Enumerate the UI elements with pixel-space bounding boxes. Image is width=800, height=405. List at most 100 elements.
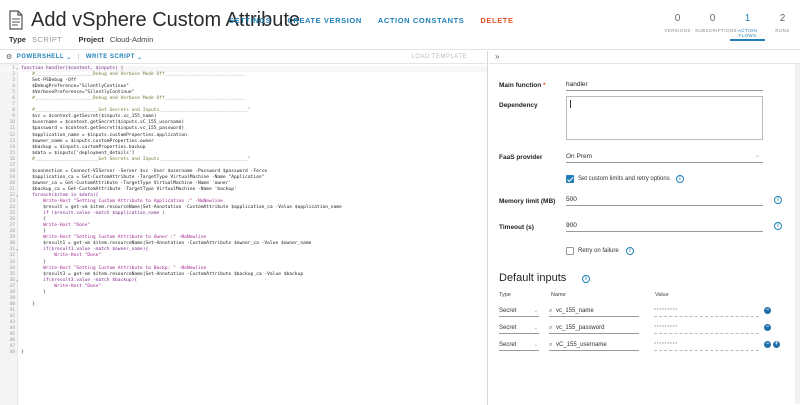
faas-provider-label: FaaS provider (499, 154, 543, 161)
info-icon[interactable]: i (774, 222, 782, 230)
input-name-value: vC_155_username (556, 342, 607, 348)
stat-label: SUBSCRIPTIONS (695, 28, 737, 33)
stat-label: ACTION FLOWS (737, 28, 758, 38)
separator: | (77, 54, 80, 60)
input-type-select[interactable]: Secret ⌄ (499, 323, 539, 334)
column-type-header: Type (499, 292, 511, 298)
info-icon[interactable]: i (774, 196, 782, 204)
stat-runs[interactable]: 2 RUNS (765, 13, 800, 41)
input-row: Secret ⌄ ⌕ vc_155_password ********* − (499, 323, 789, 335)
search-icon: ⌕ (549, 325, 553, 331)
project-value: Cloud-Admin (109, 35, 154, 44)
main-function-label: Main function (499, 82, 542, 89)
remove-input-icon[interactable]: − (764, 307, 771, 314)
input-name-field[interactable]: ⌕ vC_155_username (549, 340, 639, 351)
code-text: #_______________________Get Secrets and … (21, 156, 251, 162)
type-label: Type (9, 35, 26, 44)
input-name-field[interactable]: ⌕ vc_155_name (549, 306, 639, 317)
stat-label: VERSIONS (664, 28, 691, 33)
stat-count: 0 (674, 13, 681, 24)
input-row: Secret ⌄ ⌕ vc_155_name ********* − (499, 306, 789, 318)
stat-count: 2 (779, 13, 786, 24)
code-area[interactable]: 1 ▾ function handler($context, $inputs) {2… (0, 64, 487, 405)
chevron-down-icon: ⌄ (64, 54, 72, 61)
custom-limits-label: Set custom limits and retry options (578, 176, 670, 182)
memory-limit-label: Memory limit (MB) (499, 198, 556, 205)
input-type-value: Secret (499, 342, 517, 348)
dependency-label: Dependency (499, 102, 538, 109)
input-name-value: vc_155_name (556, 308, 594, 314)
dependency-textarea[interactable] (566, 96, 763, 140)
input-name-value: vc_155_password (556, 325, 605, 331)
document-icon (9, 10, 23, 30)
project-label: Project (78, 35, 104, 44)
code-line[interactable]: 48} (0, 350, 487, 356)
search-icon: ⌕ (549, 308, 553, 314)
collapse-icon[interactable]: » (495, 52, 499, 61)
chevron-down-icon: ⌄ (533, 342, 538, 348)
code-text: } (21, 301, 35, 307)
info-icon[interactable]: i (676, 175, 684, 183)
input-value-field[interactable]: ********* (654, 323, 759, 334)
custom-limits-checkbox[interactable] (566, 175, 574, 183)
stats-tabs: 0 VERSIONS 0 SUBSCRIPTIONS 1 ACTION FLOW… (660, 13, 800, 41)
add-input-icon[interactable]: + (773, 341, 780, 348)
retry-on-failure-checkbox[interactable] (566, 247, 574, 255)
chevron-down-icon: ⌄ (533, 325, 538, 331)
type-value: SCRIPT (31, 35, 63, 44)
faas-provider-select[interactable]: On Prem ⌄ (566, 151, 763, 163)
header: Add vSphere Custom Attribute SETTINGS CR… (0, 0, 800, 50)
code-text: } (21, 289, 46, 295)
stat-count: 1 (744, 13, 751, 24)
line-number: 48 (9, 350, 15, 356)
create-version-link[interactable]: CREATE VERSION (287, 16, 362, 25)
timeout-input[interactable]: 900 (566, 220, 763, 232)
code-lines[interactable]: 1 ▾ function handler($context, $inputs) {2… (0, 66, 487, 356)
chevron-down-icon: ⌄ (533, 308, 538, 314)
input-value-field[interactable]: ********* (654, 306, 759, 317)
gear-icon[interactable]: ⚙ (6, 53, 13, 61)
load-template-button[interactable]: LOAD TEMPLATE (411, 54, 467, 60)
script-editor: ⚙ POWERSHELL ⌄ | WRITE SCRIPT ⌄ LOAD TEM… (0, 51, 488, 405)
input-row: Secret ⌄ ⌕ vC_155_username ********* − + (499, 340, 789, 352)
input-type-value: Secret (499, 325, 517, 331)
delete-link[interactable]: DELETE (480, 16, 513, 25)
column-name-header: Name (551, 292, 566, 298)
remove-input-icon[interactable]: − (764, 341, 771, 348)
editor-toolbar: ⚙ POWERSHELL ⌄ | WRITE SCRIPT ⌄ LOAD TEM… (0, 51, 487, 64)
main-function-label-row: Main function * (499, 82, 546, 89)
input-type-select[interactable]: Secret ⌄ (499, 340, 539, 351)
panel-toolbar: » (489, 51, 800, 64)
memory-limit-input[interactable]: 500 (566, 194, 763, 206)
stat-subscriptions[interactable]: 0 SUBSCRIPTIONS (695, 13, 737, 41)
stat-action-flows[interactable]: 1 ACTION FLOWS (730, 13, 765, 41)
input-type-value: Secret (499, 308, 517, 314)
language-dropdown[interactable]: POWERSHELL (17, 54, 64, 60)
main-function-input[interactable]: handler (566, 79, 763, 91)
mode-dropdown[interactable]: WRITE SCRIPT (86, 54, 135, 60)
header-actions: SETTINGS CREATE VERSION ACTION CONSTANTS… (229, 16, 530, 25)
input-type-select[interactable]: Secret ⌄ (499, 306, 539, 317)
search-icon: ⌕ (549, 342, 553, 348)
settings-link[interactable]: SETTINGS (229, 16, 271, 25)
page: Add vSphere Custom Attribute SETTINGS CR… (0, 0, 800, 405)
stat-versions[interactable]: 0 VERSIONS (660, 13, 695, 41)
timeout-label: Timeout (s) (499, 224, 534, 231)
text-cursor (570, 100, 571, 108)
info-icon[interactable]: i (626, 247, 634, 255)
default-inputs-title: Default inputs (499, 272, 567, 284)
faas-provider-value: On Prem (566, 153, 593, 160)
info-icon[interactable]: i (582, 275, 590, 283)
code-text: } (21, 350, 24, 356)
stat-label: RUNS (775, 28, 790, 33)
chevron-down-icon: ⌄ (134, 54, 143, 61)
required-mark: * (543, 82, 546, 89)
remove-input-icon[interactable]: − (764, 324, 771, 331)
properties-panel: » Main function * handler Dependency Faa… (489, 51, 800, 405)
action-constants-link[interactable]: ACTION CONSTANTS (378, 16, 465, 25)
input-name-field[interactable]: ⌕ vc_155_password (549, 323, 639, 334)
retry-on-failure-label: Retry on failure (578, 248, 619, 254)
scrollbar[interactable] (795, 64, 800, 404)
chevron-down-icon: ⌄ (754, 153, 760, 159)
input-value-field[interactable]: ********* (654, 340, 759, 351)
